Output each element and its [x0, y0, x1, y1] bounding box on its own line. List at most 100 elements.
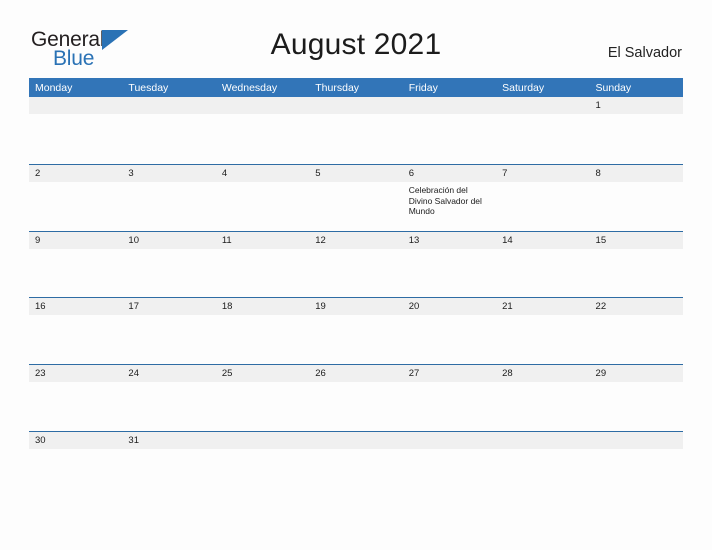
- day-event: [122, 114, 215, 117]
- day-number[interactable]: 16: [29, 301, 122, 312]
- day-number[interactable]: 3: [122, 168, 215, 179]
- day-header-monday: Monday: [35, 81, 73, 94]
- day-event: [590, 382, 683, 385]
- week-event-band: [29, 315, 683, 318]
- day-of-week-header-row: Monday Tuesday Wednesday Thursday Friday…: [29, 78, 683, 97]
- day-event: [216, 449, 309, 452]
- day-event: [309, 382, 402, 385]
- day-number[interactable]: 1: [590, 100, 683, 111]
- week-number-band: 9 10 11 12 13 14 15: [29, 231, 683, 249]
- day-event: [309, 114, 402, 117]
- day-event: [496, 382, 589, 385]
- day-event: [403, 382, 496, 385]
- week-number-band: 2 3 4 5 6 7 8: [29, 164, 683, 182]
- day-event: [122, 182, 215, 217]
- day-number[interactable]: 31: [122, 435, 215, 446]
- day-event: [590, 182, 683, 217]
- day-number[interactable]: 18: [216, 301, 309, 312]
- day-number[interactable]: 27: [403, 368, 496, 379]
- day-event: [309, 249, 402, 252]
- day-number[interactable]: 26: [309, 368, 402, 379]
- week-number-band: 16 17 18 19 20 21 22: [29, 298, 683, 316]
- week-row: 16 17 18 19 20 21 22: [29, 297, 683, 364]
- day-number[interactable]: 25: [216, 368, 309, 379]
- day-event: [403, 449, 496, 452]
- day-event: [590, 315, 683, 318]
- day-number[interactable]: 20: [403, 301, 496, 312]
- week-row: 1: [29, 97, 683, 164]
- day-number[interactable]: 30: [29, 435, 122, 446]
- week-event-band: [29, 249, 683, 252]
- day-event: [403, 249, 496, 252]
- day-event: [216, 315, 309, 318]
- day-event: [403, 114, 496, 117]
- day-number[interactable]: 28: [496, 368, 589, 379]
- day-number[interactable]: 12: [309, 235, 402, 246]
- day-number[interactable]: 5: [309, 168, 402, 179]
- day-number[interactable]: 11: [216, 235, 309, 246]
- week-number-band: 23 24 25 26 27 28 29: [29, 365, 683, 383]
- day-event: [122, 249, 215, 252]
- day-event: [496, 114, 589, 117]
- day-event: [29, 382, 122, 385]
- day-event: [216, 114, 309, 117]
- day-event: [496, 249, 589, 252]
- day-event: [496, 182, 589, 217]
- week-number-band: 1: [29, 97, 683, 114]
- day-event: [122, 449, 215, 452]
- day-number[interactable]: 21: [496, 301, 589, 312]
- day-number[interactable]: 7: [496, 168, 589, 179]
- week-event-band: [29, 449, 683, 452]
- day-event: [29, 114, 122, 117]
- day-event: [29, 449, 122, 452]
- day-number[interactable]: 4: [216, 168, 309, 179]
- day-header-sunday: Sunday: [595, 81, 632, 94]
- day-number[interactable]: 10: [122, 235, 215, 246]
- day-number[interactable]: 9: [29, 235, 122, 246]
- country-label: El Salvador: [607, 45, 682, 61]
- day-event: [590, 449, 683, 452]
- day-header-friday: Friday: [408, 81, 438, 94]
- day-header-thursday: Thursday: [315, 81, 360, 94]
- day-header-tuesday: Tuesday: [128, 81, 169, 94]
- week-event-band: [29, 382, 683, 385]
- day-number[interactable]: 6: [403, 168, 496, 179]
- day-event: [309, 449, 402, 452]
- day-event: [29, 182, 122, 217]
- day-number[interactable]: 15: [590, 235, 683, 246]
- day-event: [590, 114, 683, 117]
- day-number[interactable]: 23: [29, 368, 122, 379]
- day-number[interactable]: 2: [29, 168, 122, 179]
- day-event: [29, 315, 122, 318]
- day-event: [122, 315, 215, 318]
- day-event: [216, 249, 309, 252]
- page-header: General Blue August 2021 El Salvador: [0, 0, 712, 76]
- day-header-wednesday: Wednesday: [221, 81, 278, 94]
- day-number[interactable]: 8: [590, 168, 683, 179]
- week-row: 23 24 25 26 27 28 29: [29, 364, 683, 431]
- day-event: [216, 182, 309, 217]
- page-title: August 2021: [270, 28, 442, 61]
- day-number[interactable]: 14: [496, 235, 589, 246]
- day-header-saturday: Saturday: [502, 81, 545, 94]
- week-row: 2 3 4 5 6 7 8 Celebración del Divino Sal…: [29, 163, 683, 231]
- week-row: 9 10 11 12 13 14 15: [29, 230, 683, 298]
- day-number[interactable]: 22: [590, 301, 683, 312]
- day-event: [496, 449, 589, 452]
- calendar-grid: Monday Tuesday Wednesday Thursday Friday…: [29, 78, 683, 498]
- day-number[interactable]: 29: [590, 368, 683, 379]
- day-event: [122, 382, 215, 385]
- day-event: [309, 315, 402, 318]
- day-event-holiday: Celebración del Divino Salvador del Mund…: [408, 184, 482, 217]
- day-event: [29, 249, 122, 252]
- day-number[interactable]: 24: [122, 368, 215, 379]
- day-event: [496, 315, 589, 318]
- day-event: [403, 315, 496, 318]
- day-number[interactable]: 13: [403, 235, 496, 246]
- day-number[interactable]: 19: [309, 301, 402, 312]
- day-number[interactable]: 17: [122, 301, 215, 312]
- week-event-band: [29, 114, 683, 117]
- day-event: [309, 182, 402, 217]
- week-event-band: Celebración del Divino Salvador del Mund…: [29, 182, 683, 217]
- day-event: [590, 249, 683, 252]
